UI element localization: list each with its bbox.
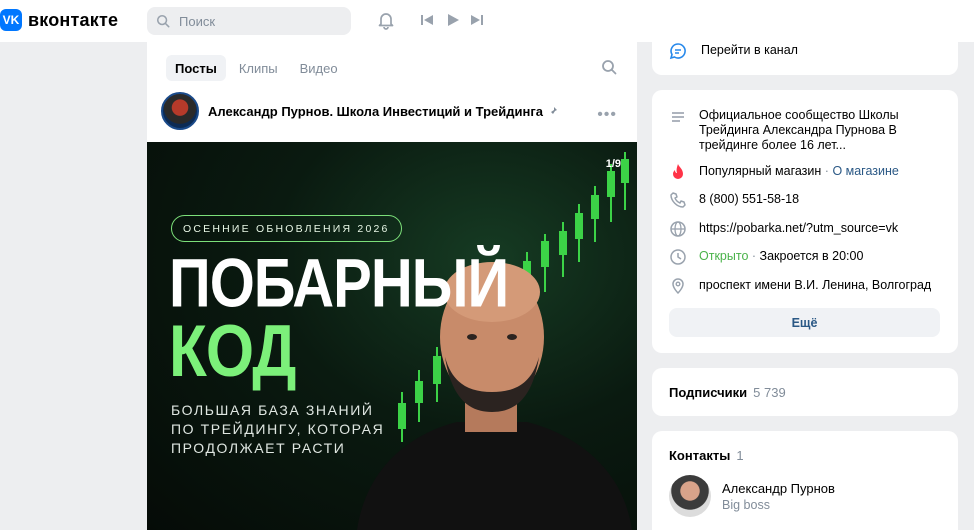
contacts-card: Контакты 1 Александр Пурнов Big boss xyxy=(652,431,958,530)
next-track-icon[interactable] xyxy=(470,13,484,27)
prev-track-icon[interactable] xyxy=(420,13,434,27)
contacts-heading[interactable]: Контакты 1 xyxy=(669,448,744,463)
post-image[interactable]: 1/9 ОСЕННИЕ ОБНОВЛЕНИЯ 2026 ПОБАРНЫЙ КОД… xyxy=(147,142,637,530)
chat-bubble-icon xyxy=(669,43,686,60)
description-icon xyxy=(672,112,684,122)
clock-icon xyxy=(670,249,686,265)
bell-icon[interactable] xyxy=(376,10,396,30)
search-input[interactable] xyxy=(179,13,339,29)
vk-logo-icon: VK xyxy=(0,9,22,31)
banner-pill: ОСЕННИЕ ОБНОВЛЕНИЯ 2026 xyxy=(171,215,402,242)
play-icon[interactable] xyxy=(446,13,460,27)
address-row[interactable]: проспект имени В.И. Ленина, Волгоград xyxy=(669,277,931,295)
wall-search-icon[interactable] xyxy=(601,59,617,75)
website-link[interactable]: https://pobarka.net/?utm_source=vk xyxy=(699,221,898,236)
post-more-button[interactable]: ••• xyxy=(597,106,617,124)
author-name[interactable]: Александр Пурнов. Школа Инвестиций и Тре… xyxy=(208,104,543,119)
hours-row: Открыто · Закроется в 20:00 xyxy=(669,248,863,266)
tab-clips[interactable]: Клипы xyxy=(230,55,287,81)
contact-name[interactable]: Александр Пурнов xyxy=(722,481,835,496)
contacts-label: Контакты xyxy=(669,448,731,463)
website-row[interactable]: https://pobarka.net/?utm_source=vk xyxy=(669,220,898,238)
banner-title-line2: КОД xyxy=(169,311,296,393)
phone-icon xyxy=(670,192,686,208)
wall-post: Посты Клипы Видео Александр Пурнов. Школ… xyxy=(147,42,637,530)
search-box[interactable] xyxy=(147,7,351,35)
subscribers-label: Подписчики xyxy=(669,385,748,400)
phone-link[interactable]: 8 (800) 551-58-18 xyxy=(699,192,799,207)
author-avatar[interactable] xyxy=(161,92,199,130)
tab-video[interactable]: Видео xyxy=(291,55,347,81)
vk-logo[interactable]: VK вконтакте xyxy=(0,9,118,31)
info-card: Официальное сообщество Школы Трейдинга А… xyxy=(652,90,958,353)
search-icon xyxy=(156,14,170,28)
shop-row: Популярный магазин · О магазине xyxy=(669,163,899,181)
go-to-channel-link[interactable]: Перейти в канал xyxy=(669,42,798,60)
go-to-channel-label: Перейти в канал xyxy=(701,43,798,57)
phone-row[interactable]: 8 (800) 551-58-18 xyxy=(669,191,799,209)
shop-link[interactable]: О магазине xyxy=(832,164,898,178)
hours-separator: · xyxy=(751,249,757,263)
image-counter: 1/9 xyxy=(605,158,621,170)
globe-icon xyxy=(670,221,686,237)
subscribers-card[interactable]: Подписчики 5 739 xyxy=(652,368,958,416)
more-info-button[interactable]: Ещё xyxy=(669,308,940,337)
shop-label: Популярный магазин xyxy=(699,164,822,178)
description-text: Официальное сообщество Школы Трейдинга А… xyxy=(699,108,899,152)
banner-subtitle: БОЛЬШАЯ БАЗА ЗНАНИЙ ПО ТРЕЙДИНГУ, КОТОРА… xyxy=(171,402,385,456)
subscribers-heading: Подписчики 5 739 xyxy=(669,385,786,400)
vk-logo-text: вконтакте xyxy=(28,9,119,30)
subscribers-count: 5 739 xyxy=(753,385,786,400)
close-time: Закроется в 20:00 xyxy=(759,249,864,263)
wall-tabs: Посты Клипы Видео xyxy=(166,55,347,81)
open-status: Открыто xyxy=(699,249,749,263)
description-row[interactable]: Официальное сообщество Школы Трейдинга А… xyxy=(669,108,914,153)
contact-avatar[interactable] xyxy=(669,475,711,517)
banner-title-line1: ПОБАРНЫЙ xyxy=(169,245,509,322)
fire-icon xyxy=(673,164,683,179)
contact-role: Big boss xyxy=(722,498,770,512)
pin-icon xyxy=(549,107,557,116)
contacts-count: 1 xyxy=(736,448,744,463)
shop-separator: · xyxy=(824,164,829,178)
address-link[interactable]: проспект имени В.И. Ленина, Волгоград xyxy=(699,278,931,293)
tab-posts[interactable]: Посты xyxy=(166,55,226,81)
post-author[interactable]: Александр Пурнов. Школа Инвестиций и Тре… xyxy=(161,92,558,130)
location-pin-icon xyxy=(672,278,684,295)
channel-card: Перейти в канал xyxy=(652,30,958,75)
